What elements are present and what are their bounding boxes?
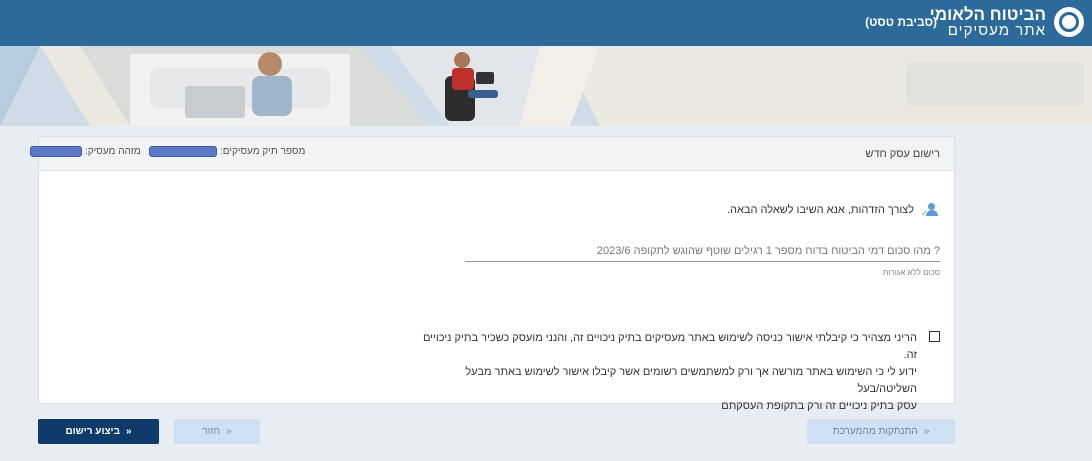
input-hint: סכום ללא אגורות	[882, 268, 940, 277]
declaration-line-3: עסק בתיק ניכויים זה ורק בתקופת העסקתם	[721, 400, 917, 412]
top-bar: הביטוח הלאומי אתר מעסיקים (סביבת טסט)	[0, 0, 1092, 46]
employer-id-masked	[30, 146, 82, 157]
logo-text: הביטוח הלאומי אתר מעסיקים	[930, 6, 1046, 38]
double-arrow-icon: »	[923, 426, 930, 437]
back-label: חזור	[202, 426, 221, 437]
declaration-block: הריני מצהיר כי קיבלתי אישור כניסה לשימוש…	[407, 330, 940, 415]
submit-label: ביצוע רישום	[65, 426, 120, 437]
employer-file-label: מספר תיק מעסיקים:	[220, 146, 306, 157]
submit-registration-button[interactable]: ביצוע רישום »	[38, 419, 159, 444]
national-insurance-logo[interactable]: הביטוח הלאומי אתר מעסיקים	[930, 6, 1084, 38]
banner-placeholder-box	[906, 62, 1084, 106]
back-button[interactable]: חזור »	[174, 419, 260, 444]
environment-label: (סביבת טסט)	[865, 15, 937, 29]
double-arrow-icon: »	[226, 426, 232, 437]
security-question-input[interactable]	[465, 240, 940, 262]
declaration-text: הריני מצהיר כי קיבלתי אישור כניסה לשימוש…	[407, 330, 917, 415]
employer-id-group: מזהה מעסיק:	[30, 146, 141, 157]
employer-file-group: מספר תיק מעסיקים:	[149, 146, 305, 157]
logout-label: התנתקות מהמערכת	[832, 426, 918, 437]
registration-card: רישום עסק חדש מספר תיק מעסיקים: מזהה מעס…	[30, 136, 955, 412]
declaration-line-2: ידוע לי כי השימוש באתר מורשה אך ורק למשת…	[465, 366, 917, 395]
double-arrow-icon: »	[125, 426, 132, 437]
declaration-line-1: הריני מצהיר כי קיבלתי אישור כניסה לשימוש…	[422, 332, 917, 361]
identity-prompt: ✓ לצורך הזדהות, אנא השיבו לשאלה הבאה.	[726, 203, 940, 218]
hero-banner	[0, 46, 1092, 126]
employer-file-masked	[149, 146, 217, 157]
logout-button[interactable]: התנתקות מהמערכת »	[807, 419, 955, 444]
card-title: רישום עסק חדש	[865, 148, 940, 160]
card-header: רישום עסק חדש מספר תיק מעסיקים: מזהה מעס…	[30, 137, 954, 171]
user-check-icon: ✓	[921, 203, 940, 218]
logo-seal-icon	[1054, 7, 1084, 37]
employer-id-label: מזהה מעסיק:	[85, 146, 141, 157]
brand-name: הביטוח הלאומי	[929, 5, 1046, 24]
declaration-checkbox[interactable]	[929, 331, 940, 342]
brand-subtitle: אתר מעסיקים	[947, 22, 1046, 39]
identity-prompt-text: לצורך הזדהות, אנא השיבו לשאלה הבאה.	[726, 204, 914, 216]
